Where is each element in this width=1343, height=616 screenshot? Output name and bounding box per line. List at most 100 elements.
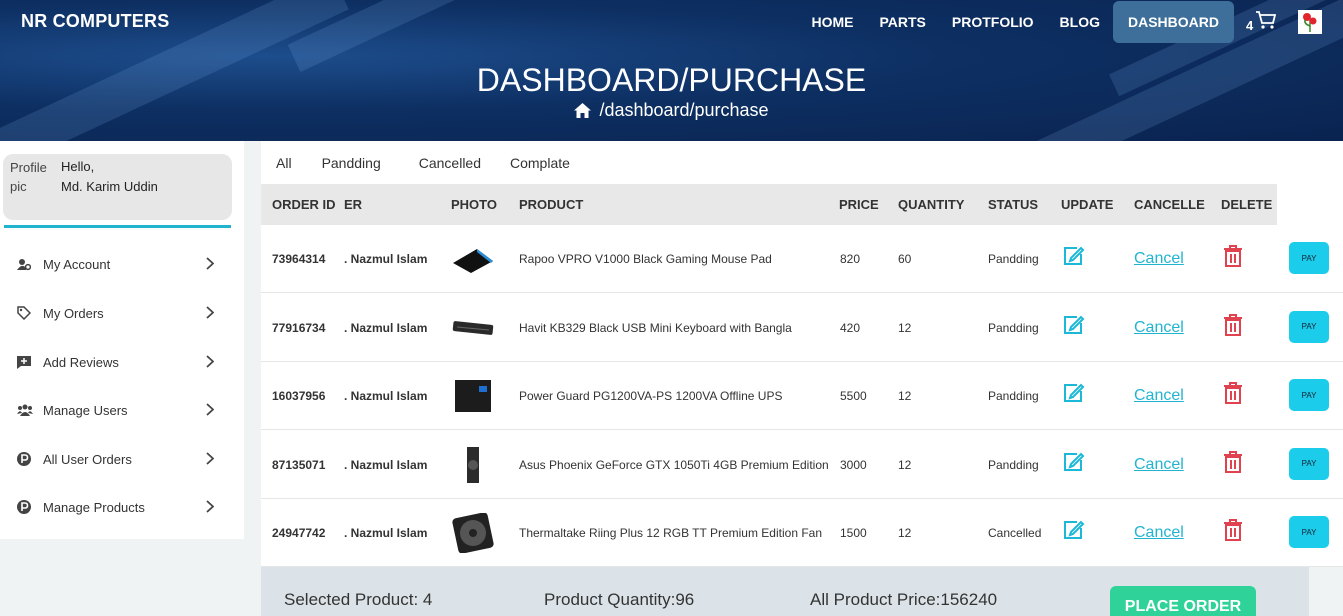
profile-greeting: Hello, Md. Karim Uddin [61,157,158,197]
customer-name: . Nazmul Islam [344,389,428,403]
sidebar-item-all-user-orders[interactable]: All User Orders [17,447,217,471]
total-quantity: Product Quantity:96 [544,590,695,609]
order-id: 16037956 [272,389,326,403]
filter-pending[interactable]: Pandding [322,152,381,171]
col-delete: DELETE [1221,197,1273,212]
selected-count: Selected Product: 4 [284,590,433,609]
col-product: PRODUCT [519,197,584,212]
top-nav: HOME PARTS PROTFOLIO BLOG DASHBOARD 4 [798,0,1343,43]
chevron-right-icon [206,257,214,270]
review-icon [17,355,31,369]
sidebar-divider [4,225,231,228]
cart-icon [1256,10,1277,29]
col-photo: PHOTO [451,197,497,212]
pay-button[interactable]: PAY [1289,516,1329,548]
chevron-right-icon [206,452,214,465]
home-icon[interactable] [574,103,592,118]
trash-icon[interactable] [1223,450,1243,476]
order-id: 24947742 [272,526,326,540]
edit-icon[interactable] [1063,246,1085,269]
nav-parts[interactable]: PARTS [879,14,925,30]
sidebar-item-label: Add Reviews [43,354,119,370]
table-row: 77916734 . Nazmul Islam Havit KB329 Black … [261,294,1343,362]
cancel-link[interactable]: Cancel [1134,250,1184,268]
product-price: 3000 [840,457,867,472]
cancel-link[interactable]: Cancel [1134,319,1184,337]
order-summary: Selected Product: 4 Product Quantity:96 … [261,567,1309,616]
profile-pic: Profile pic [10,160,47,194]
trash-icon[interactable] [1223,245,1243,270]
cancel-link[interactable]: Cancel [1134,387,1184,405]
pay-button[interactable]: PAY [1289,242,1329,274]
place-order-button[interactable]: PLACE ORDER [1110,586,1256,616]
order-id: 73964314 [272,252,326,266]
cancel-link[interactable]: Cancel [1134,456,1184,474]
filter-all[interactable]: All [276,152,292,171]
sidebar-item-manage-users[interactable]: Manage Users [17,398,217,422]
p-circle-icon [17,452,31,466]
cancel-link[interactable]: Cancel [1134,524,1184,542]
edit-icon[interactable] [1063,452,1085,475]
edit-icon[interactable] [1063,383,1085,406]
profile-name: Md. Karim Uddin [61,179,158,194]
product-price: 5500 [840,389,867,403]
customer-name: . Nazmul Islam [344,457,428,472]
pay-button[interactable]: PAY [1289,379,1329,411]
nav-dashboard[interactable]: DASHBOARD [1113,0,1234,43]
edit-icon[interactable] [1063,520,1085,543]
sidebar: Profile pic Hello, Md. Karim Uddin My Ac… [0,141,244,539]
table-header: ORDER ID ER PHOTO PRODUCT PRICE QUANTITY… [261,184,1277,225]
sidebar-item-manage-products[interactable]: Manage Products [17,495,217,519]
product-name: Havit KB329 Black USB Mini Keyboard with… [519,320,792,335]
trash-icon[interactable] [1223,313,1243,339]
product-photo [451,376,497,416]
table-row: 73964314 . Nazmul Islam Rapoo VPRO V1000 B… [261,225,1343,293]
cart-count: 4 [1246,17,1254,33]
col-quantity: QUANTITY [898,197,965,212]
order-status: Pandding [988,252,1039,266]
product-quantity: 60 [898,252,912,266]
nav-blog[interactable]: BLOG [1060,14,1100,30]
col-update: UPDATE [1061,197,1114,212]
edit-icon[interactable] [1063,315,1085,338]
chevron-right-icon [206,500,214,513]
breadcrumb-path: /dashboard/purchase [599,100,769,120]
cart-button[interactable]: 4 [1246,10,1282,34]
nav-portfolio[interactable]: PROTFOLIO [952,14,1034,30]
sidebar-item-my-orders[interactable]: My Orders [17,301,217,325]
product-price: 420 [840,320,861,335]
filter-complete[interactable]: Complate [510,152,570,171]
users-icon [17,404,33,416]
filter-tabs: All Pandding Cancelled Complate [262,152,608,171]
user-gear-icon [17,258,31,270]
product-photo [451,239,497,279]
user-avatar[interactable] [1298,9,1322,34]
customer-name: . Nazmul Islam [344,320,428,335]
sidebar-item-my-account[interactable]: My Account [17,252,217,276]
sidebar-item-add-reviews[interactable]: Add Reviews [17,350,217,374]
greeting-text: Hello, [61,159,95,174]
col-order-id: ORDER ID [272,197,336,212]
breadcrumb: /dashboard/purchase [0,100,1343,121]
pay-button[interactable]: PAY [1289,447,1329,480]
sidebar-item-label: All User Orders [43,451,132,467]
tag-icon [17,306,31,320]
customer-name: . Nazmul Islam [344,252,428,266]
order-status: Pandding [988,320,1039,335]
product-name: Rapoo VPRO V1000 Black Gaming Mouse Pad [519,252,772,266]
filter-cancelled[interactable]: Cancelled [419,152,481,171]
col-price: PRICE [839,197,879,212]
sidebar-item-label: Manage Products [43,499,145,515]
trash-icon[interactable] [1223,382,1243,407]
col-customer: ER [344,197,363,212]
p-circle-icon [17,500,31,514]
product-photo [451,445,497,485]
trash-icon[interactable] [1223,519,1243,544]
nav-home[interactable]: HOME [811,14,853,30]
order-status: Cancelled [988,526,1042,540]
pay-button[interactable]: PAY [1289,310,1329,343]
product-price: 1500 [840,526,867,540]
product-photo [451,512,497,554]
brand-logo[interactable]: NR COMPUTERS [21,11,169,32]
profile-card: Profile pic Hello, Md. Karim Uddin [3,154,232,220]
